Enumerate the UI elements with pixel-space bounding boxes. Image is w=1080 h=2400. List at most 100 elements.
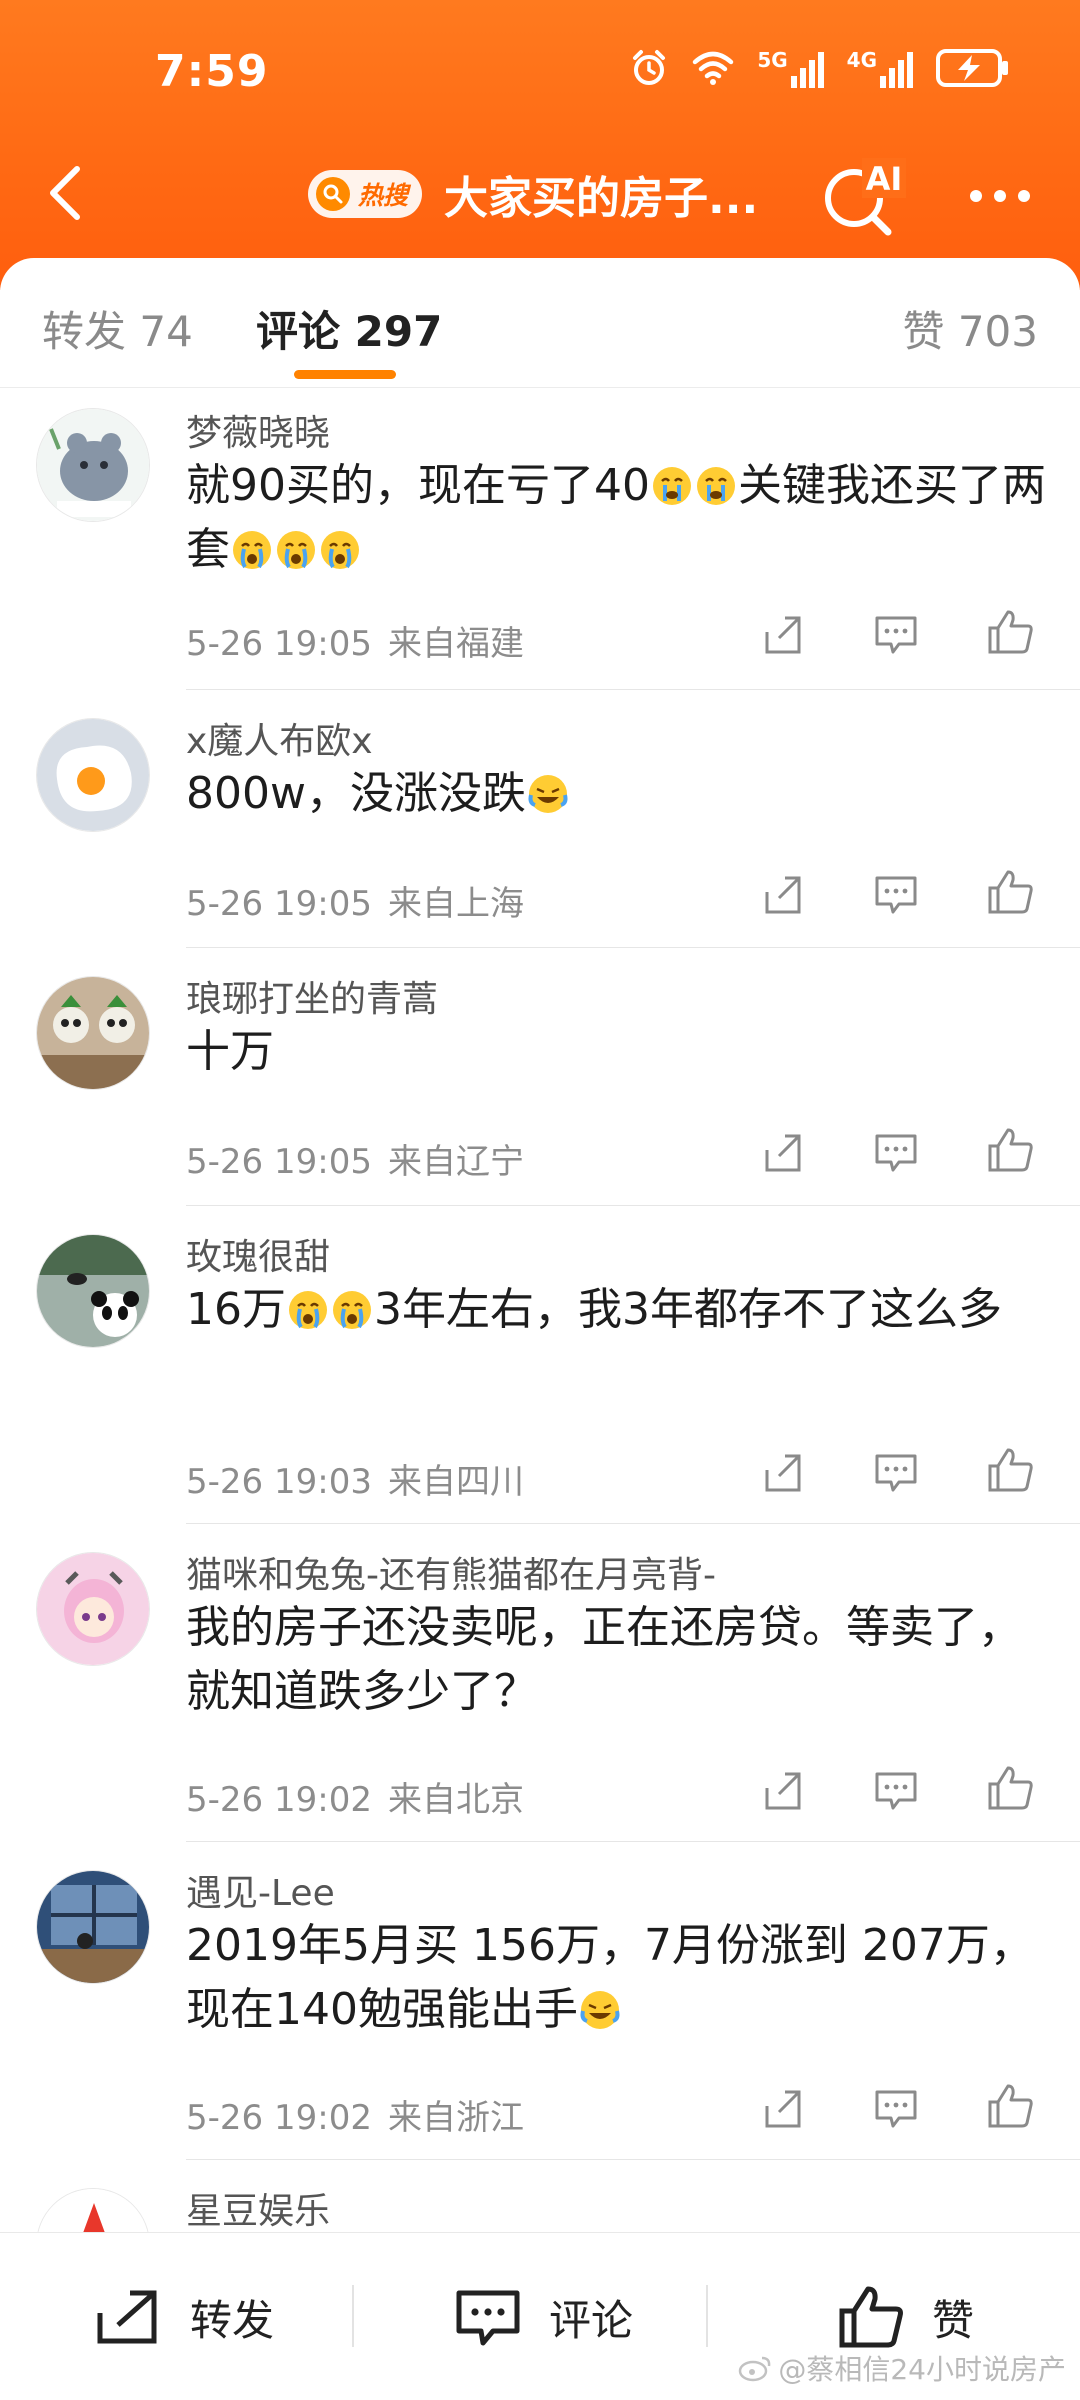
comment-meta: 5-26 19:02 来自北京 [186, 1772, 540, 1821]
thumbs-up-icon [988, 610, 1033, 654]
battery-charging-icon [936, 49, 1008, 87]
repost-button[interactable] [755, 1762, 811, 1818]
avatar[interactable] [36, 718, 150, 832]
avatar[interactable] [36, 976, 150, 1090]
ai-search-icon: AI [825, 158, 906, 236]
comment-username[interactable]: 星豆娱乐 [186, 2182, 330, 2234]
share-icon [765, 2090, 801, 2128]
thumbs-up-icon [988, 2084, 1033, 2128]
share-icon [765, 1454, 801, 1492]
share-icon [765, 616, 801, 654]
comment-username[interactable]: 琅琊打坐的青蒿 [186, 970, 438, 1022]
comment-username[interactable]: 梦薇晓晓 [186, 404, 330, 456]
comment-item: x魔人布欧x 800w，没涨没跌 5-26 19:05 来自上海 [0, 690, 1080, 948]
avatar[interactable] [36, 1234, 150, 1348]
avatar[interactable] [36, 1552, 150, 1666]
comment-meta: 5-26 19:02 来自浙江 [186, 2090, 540, 2139]
tab-bar: 转发 74 评论 297 赞 703 [0, 258, 1080, 388]
sob-emoji-icon [289, 1291, 327, 1329]
back-button[interactable] [30, 158, 100, 228]
more-options-button[interactable] [960, 168, 1040, 224]
comment-action[interactable]: 评论 [455, 2233, 633, 2400]
watermark-text: @蔡相信24小时说房产 [778, 2353, 1066, 2386]
comment-username[interactable]: x魔人布欧x [186, 712, 373, 764]
comment-date: 5-26 19:02 [186, 2098, 372, 2138]
repost-action[interactable]: 转发 [94, 2233, 274, 2400]
window-scene-avatar [37, 1871, 149, 1983]
reply-button[interactable] [868, 1444, 924, 1500]
comment-username[interactable]: 猫咪和兔兔-还有熊猫都在月亮背- [186, 1546, 716, 1598]
crying-emoji-icon [652, 467, 691, 505]
like-button[interactable] [982, 864, 1038, 920]
plush-figures-avatar [37, 977, 149, 1089]
fried-egg-avatar [37, 719, 149, 831]
repost-button[interactable] [755, 1124, 811, 1180]
comment-location: 来自四川 [387, 1462, 524, 1502]
reply-button[interactable] [868, 1762, 924, 1818]
tab-comments[interactable]: 评论 297 [256, 298, 442, 359]
comment-meta: 5-26 19:05 来自福建 [186, 616, 540, 665]
share-icon [765, 876, 801, 914]
comment-icon [875, 2090, 917, 2128]
comment-icon [875, 1772, 917, 1810]
comment-location: 来自辽宁 [387, 1142, 524, 1182]
comment-username[interactable]: 遇见-Lee [186, 1864, 335, 1916]
comment-username[interactable]: 玫瑰很甜 [186, 1228, 330, 1280]
comment-item: 遇见-Lee 2019年5月买 156万，7月份涨到 207万，现在140勉强能… [0, 1842, 1080, 2160]
comment-date: 5-26 19:03 [186, 1462, 372, 1502]
active-tab-indicator [294, 370, 396, 379]
comment-text-part: 十万 [186, 1026, 274, 1077]
like-button[interactable] [982, 604, 1038, 660]
topic-title[interactable]: 热搜 大家买的房子... [308, 162, 758, 226]
comment-date: 5-26 19:05 [186, 624, 372, 664]
ai-search-button[interactable]: AI [818, 150, 908, 240]
more-dot-icon [994, 190, 1006, 202]
search-icon [316, 177, 350, 211]
reply-button[interactable] [868, 2080, 924, 2136]
avatar[interactable] [36, 1870, 150, 1984]
comment-location: 来自浙江 [387, 2098, 524, 2138]
reply-button[interactable] [868, 606, 924, 662]
status-icons: 5G 4G [629, 48, 1010, 88]
repost-button[interactable] [755, 1444, 811, 1500]
tab-likes[interactable]: 赞 703 [902, 298, 1038, 359]
signal-5g-icon: 5G [757, 48, 824, 88]
comment-text-part: 我的房子还没卖呢，正在还房贷。等卖了，就知道跌多少了？ [186, 1602, 1022, 1717]
thumbs-up-icon [988, 1766, 1033, 1810]
page-title: 大家买的房子... [444, 173, 759, 224]
like-button[interactable] [982, 1760, 1038, 1816]
comment-date: 5-26 19:05 [186, 884, 372, 924]
like-button[interactable] [982, 2078, 1038, 2134]
comment-location: 来自北京 [387, 1780, 524, 1820]
comment-text: 2019年5月买 156万，7月份涨到 207万，现在140勉强能出手 [186, 1914, 1046, 2042]
repost-button[interactable] [755, 2080, 811, 2136]
thumbs-up-icon [988, 870, 1033, 914]
comment-meta: 5-26 19:03 来自四川 [186, 1454, 540, 1503]
like-button[interactable] [982, 1122, 1038, 1178]
repost-button[interactable] [755, 866, 811, 922]
reply-button[interactable] [868, 866, 924, 922]
divider [352, 2285, 354, 2347]
watermark: @蔡相信24小时说房产 [738, 2348, 1066, 2388]
panda-pond-avatar [37, 1235, 149, 1347]
wifi-icon [693, 51, 734, 85]
comment-icon [875, 1454, 917, 1492]
sob-emoji-icon [277, 531, 315, 569]
thumbs-up-icon [988, 1448, 1033, 1492]
tab-reposts[interactable]: 转发 74 [42, 298, 193, 359]
more-dot-icon [1018, 190, 1030, 202]
comment-item: 猫咪和兔兔-还有熊猫都在月亮背- 我的房子还没卖呢，正在还房贷。等卖了，就知道跌… [0, 1524, 1080, 1842]
anime-girl-avatar [37, 1553, 149, 1665]
more-dot-icon [970, 190, 982, 202]
reply-button[interactable] [868, 1124, 924, 1180]
ai-label: AI [866, 160, 903, 198]
signal-4g-icon: 4G [847, 48, 914, 88]
comment-date: 5-26 19:02 [186, 1780, 372, 1820]
avatar[interactable] [36, 408, 150, 522]
thumbs-up-icon [988, 1128, 1033, 1172]
repost-button[interactable] [755, 606, 811, 662]
hot-badge-label: 热搜 [358, 181, 409, 210]
share-icon [765, 1772, 801, 1810]
comment-location: 来自福建 [387, 624, 524, 664]
like-button[interactable] [982, 1442, 1038, 1498]
